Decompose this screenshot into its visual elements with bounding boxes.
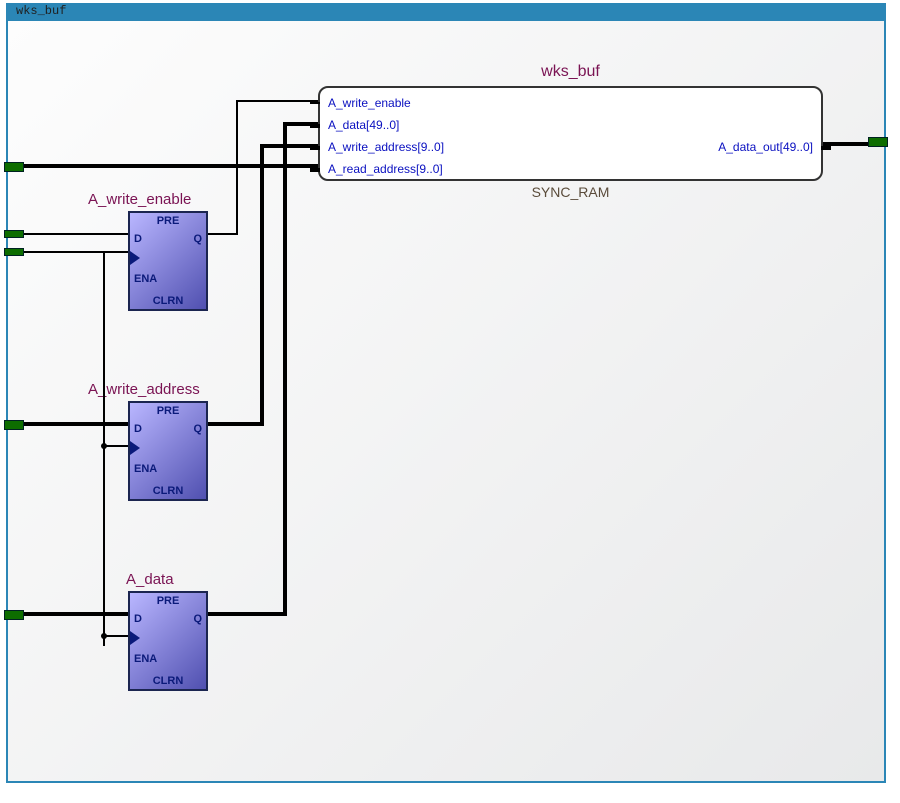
ram-port-data-out: A_data_out[49..0] [718,140,813,154]
ff-ena-label: ENA [134,273,157,285]
ram-port-read-address: A_read_address[9..0] [328,162,443,176]
ff-d-label: D [134,233,142,245]
ff-clrn-label: CLRN [153,485,184,497]
ff-write-enable[interactable]: PRE D Q ENA CLRN [128,211,208,311]
clock-icon [130,441,140,455]
ram-type-label: SYNC_RAM [318,184,823,200]
port-stub [4,230,24,238]
wire [283,122,287,616]
wire [236,100,318,102]
junction-dot [101,633,107,639]
ram-port-write-address: A_write_address[9..0] [328,140,444,154]
ff-pre-label: PRE [157,215,180,227]
clock-icon [130,251,140,265]
ff-clrn-label: CLRN [153,295,184,307]
wire [208,233,238,235]
ff-data[interactable]: PRE D Q ENA CLRN [128,591,208,691]
sync-ram-block[interactable]: A_write_enable A_data[49..0] A_write_add… [318,86,823,181]
wire [8,164,293,168]
wire [260,144,264,426]
wire [283,122,318,126]
ff-pre-label: PRE [157,405,180,417]
port-stub [4,162,24,172]
ff-title-data: A_data [126,571,174,588]
module-title: wks_buf [16,4,66,18]
clock-icon [130,631,140,645]
schematic-canvas: wks_buf wks_buf SYNC_RAM A_write_enable … [6,3,886,783]
ff-q-label: Q [193,423,202,435]
wire [236,100,238,235]
wire [293,164,318,168]
ram-instance-title: wks_buf [318,63,823,81]
junction-dot [101,443,107,449]
ff-d-label: D [134,613,142,625]
ff-title-write-enable: A_write_enable [88,191,191,208]
ff-clrn-label: CLRN [153,675,184,687]
ram-port-data: A_data[49..0] [328,118,399,132]
ff-ena-label: ENA [134,653,157,665]
port-stub [4,420,24,430]
ff-q-label: Q [193,613,202,625]
wire [8,422,128,426]
port-stub [4,610,24,620]
ff-pre-label: PRE [157,595,180,607]
wire [103,251,128,253]
wire [8,612,128,616]
wire [208,612,286,616]
wire [208,422,263,426]
ff-ena-label: ENA [134,463,157,475]
ff-d-label: D [134,423,142,435]
port-stub [868,137,888,147]
port-stub [4,248,24,256]
ff-q-label: Q [193,233,202,245]
ff-write-address[interactable]: PRE D Q ENA CLRN [128,401,208,501]
wire [260,144,318,148]
ram-port-write-enable: A_write_enable [328,96,411,110]
wire [8,233,128,235]
